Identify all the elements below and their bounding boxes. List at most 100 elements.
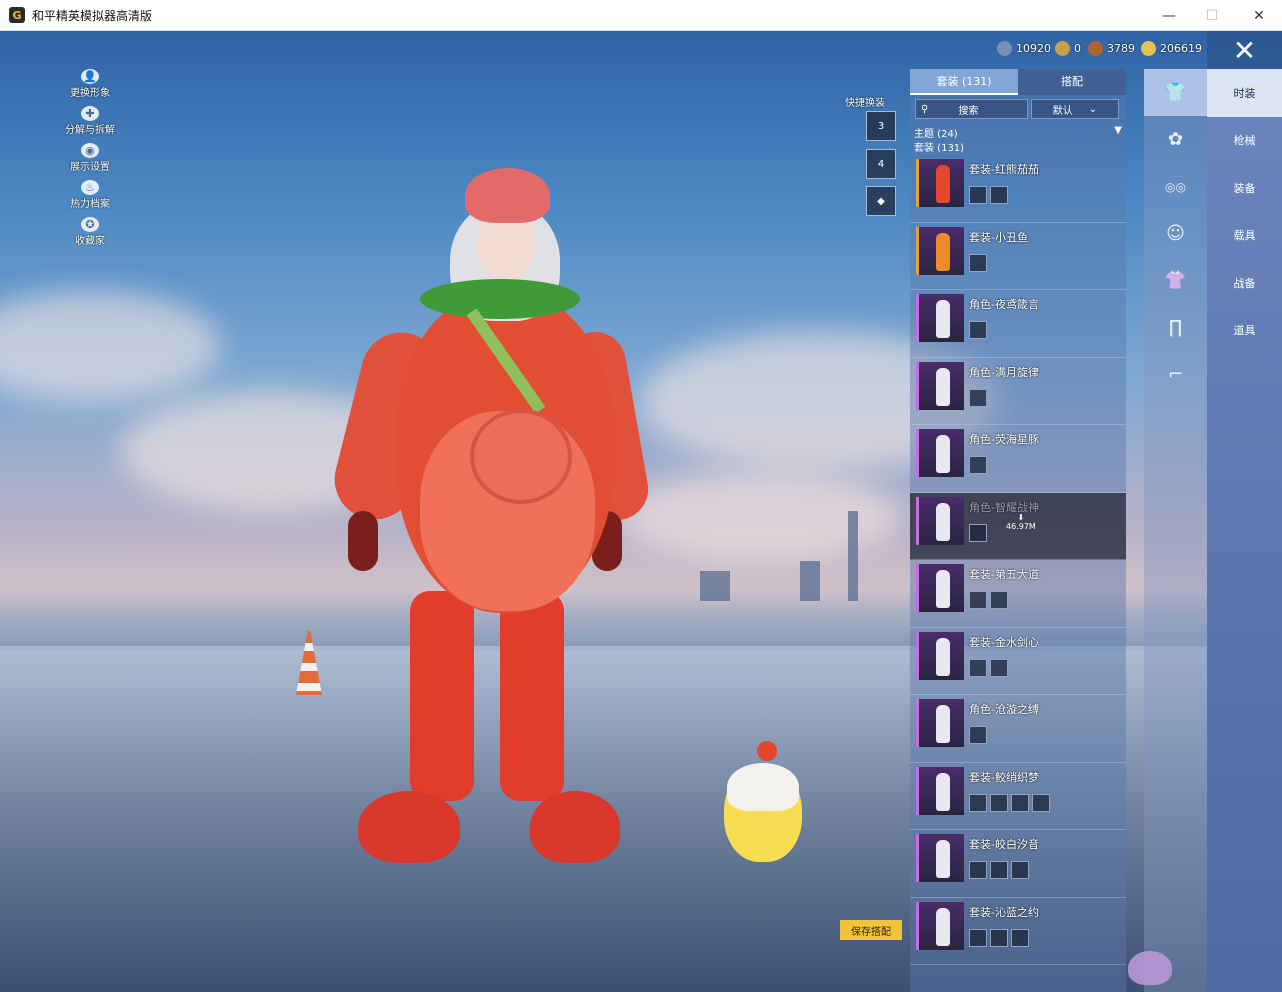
download-indicator[interactable]: ⬇ 46.97M [1006,513,1036,531]
outfit-list-panel: 套装 (131) 搭配 ⚲ 搜索 默认 ⌄ 主题 (24) ▼ 套装 (131)… [910,69,1126,992]
outfit-list-item[interactable]: 角色-满月旋律 [910,358,1126,425]
nav-vehicles[interactable]: 载具 [1207,212,1282,260]
quick-swap-slot-4[interactable]: 4 [866,149,896,179]
outfit-icon[interactable]: 👕 [1144,69,1207,116]
outfit-list-item[interactable]: 角色-夜鸢箴言 [910,290,1126,358]
sub-item-thumbnail[interactable] [969,523,987,542]
outfit-list-item[interactable]: 套装-鲛绡织梦 [910,763,1126,830]
game-scene: 👤 更换形象 ✚ 分解与拆解 ◉ 展示设置 ♨ 热力档案 ✪ 收藏家 10920 [0,31,1282,992]
person-icon: 👤 [81,69,99,84]
sub-item-thumbnail[interactable] [969,793,987,812]
sub-item-thumbnail[interactable] [990,591,1008,609]
sub-item-thumbnail[interactable] [1011,861,1029,879]
mask-icon[interactable]: ☺ [1144,210,1207,257]
sub-item-thumbnail[interactable] [969,321,987,339]
sub-item-thumbnail[interactable] [969,861,987,879]
item-body: 套装-红熊茄茄 [969,159,1039,204]
menu-heat-archive[interactable]: ♨ 热力档案 [60,180,120,210]
search-icon: ⚲ [921,103,929,115]
sub-item-thumbnail[interactable] [990,928,1008,947]
outfit-name: 套装-沁蓝之约 [969,905,1039,919]
sub-item-thumbnail[interactable] [1032,793,1050,812]
item-body: 角色-荧海星豚 [969,429,1039,474]
close-icon[interactable]: ✕ [1207,31,1282,69]
item-body: 套装-皎白汐音 [969,834,1039,879]
outfit-figure [936,435,950,473]
sub-items [969,793,1053,812]
app-window: G 和平精英模拟器高清版 — ☐ ✕ 👤 更换形象 ✚ 分解与拆解 ◉ 展示设置… [0,0,1282,992]
menu-change-look[interactable]: 👤 更换形象 [60,69,120,99]
clothes-icon[interactable]: 👚 [1144,257,1207,304]
maximize-button[interactable]: ☐ [1189,0,1235,31]
outfit-list-item[interactable]: 角色-沧漩之缚 [910,695,1126,763]
outfit-name: 套装-第五大道 [969,568,1039,581]
cloud [620,471,900,561]
outfit-figure [936,570,950,608]
outfit-list-item[interactable]: 套装-皎白汐音 [910,830,1126,898]
save-outfit-button[interactable]: 保存搭配 [840,920,902,940]
currency-value: 206619 [1160,41,1202,55]
outfit-list-item[interactable]: 角色-智耀战神 ⬇ 46.97M [910,492,1126,560]
outfit-thumbnail [916,294,964,342]
item-body: 角色-满月旋律 [969,362,1039,407]
menu-decompose[interactable]: ✚ 分解与拆解 [60,106,120,136]
sub-item-thumbnail[interactable] [969,928,987,947]
outfit-list-item[interactable]: 套装-金水剑心 [910,628,1126,695]
search-input[interactable]: ⚲ 搜索 [915,99,1028,119]
outfit-name: 角色-沧漩之缚 [969,703,1039,716]
puzzle-icon: ✚ [81,106,99,121]
nav-guns[interactable]: 枪械 [1207,117,1282,165]
sub-item-thumbnail[interactable] [969,726,987,744]
outfit-figure [936,840,950,878]
cloud [0,291,220,401]
quick-swap-diamond-icon[interactable]: ◆ [866,186,896,216]
theme-filter[interactable]: 主题 (24) ▼ [910,123,1126,140]
download-icon: ⬇ [1017,512,1025,522]
menu-display-settings[interactable]: ◉ 展示设置 [60,143,120,173]
nav-fashion[interactable]: 时装 [1207,69,1282,117]
outfit-list-item[interactable]: 套装-红熊茄茄 [910,155,1126,223]
outfit-thumbnail [916,834,964,882]
sub-item-thumbnail[interactable] [1011,928,1029,947]
city-tower [800,561,820,601]
sub-item-thumbnail[interactable] [990,793,1008,812]
outfit-figure [936,772,950,811]
sub-item-thumbnail[interactable] [969,388,987,407]
hair-icon[interactable]: ✿ [1144,116,1207,163]
item-body: 套装-鲛绡织梦 [969,767,1053,812]
sub-items [969,658,1039,677]
tab-combos[interactable]: 搭配 [1018,69,1126,95]
outfit-name: 角色-夜鸢箴言 [969,298,1039,311]
sort-dropdown[interactable]: 默认 ⌄ [1031,99,1119,119]
outfit-list-item[interactable]: 角色-荧海星豚 [910,425,1126,493]
sub-items [969,388,1039,407]
sub-item-thumbnail[interactable] [969,658,987,677]
quick-swap-slot-3[interactable]: 3 [866,111,896,141]
sub-item-thumbnail[interactable] [969,456,987,474]
menu-collector[interactable]: ✪ 收藏家 [60,217,120,247]
glasses-icon[interactable]: ◎◎ [1144,163,1207,210]
chick-pet-pompom [757,741,777,761]
outfit-list-item[interactable]: 套装-第五大道 [910,560,1126,628]
close-window-button[interactable]: ✕ [1236,0,1282,31]
sub-item-thumbnail[interactable] [969,253,987,272]
nav-equipment[interactable]: 装备 [1207,164,1282,212]
pants-icon[interactable]: ∏ [1144,304,1207,351]
sub-item-thumbnail[interactable] [990,186,1008,204]
sub-item-thumbnail[interactable] [969,186,987,204]
shoes-icon[interactable]: ⌐ [1144,351,1207,398]
sub-items [969,726,1039,744]
outfit-list-item[interactable]: 套装-小丑鱼 [910,223,1126,290]
outfit-name: 套装-小丑鱼 [969,230,1028,244]
sub-item-thumbnail[interactable] [990,658,1008,677]
menu-label: 更换形象 [70,88,110,99]
nav-battle-gear[interactable]: 战备 [1207,259,1282,307]
sub-item-thumbnail[interactable] [990,861,1008,879]
nav-props[interactable]: 道具 [1207,307,1282,355]
sub-item-thumbnail[interactable] [1011,793,1029,812]
sub-item-thumbnail[interactable] [969,591,987,609]
outfit-list-item[interactable]: 套装-沁蓝之约 [910,898,1126,965]
tab-sets[interactable]: 套装 (131) [910,69,1018,95]
chick-pet-cap [727,763,799,811]
minimize-button[interactable]: — [1146,0,1192,31]
